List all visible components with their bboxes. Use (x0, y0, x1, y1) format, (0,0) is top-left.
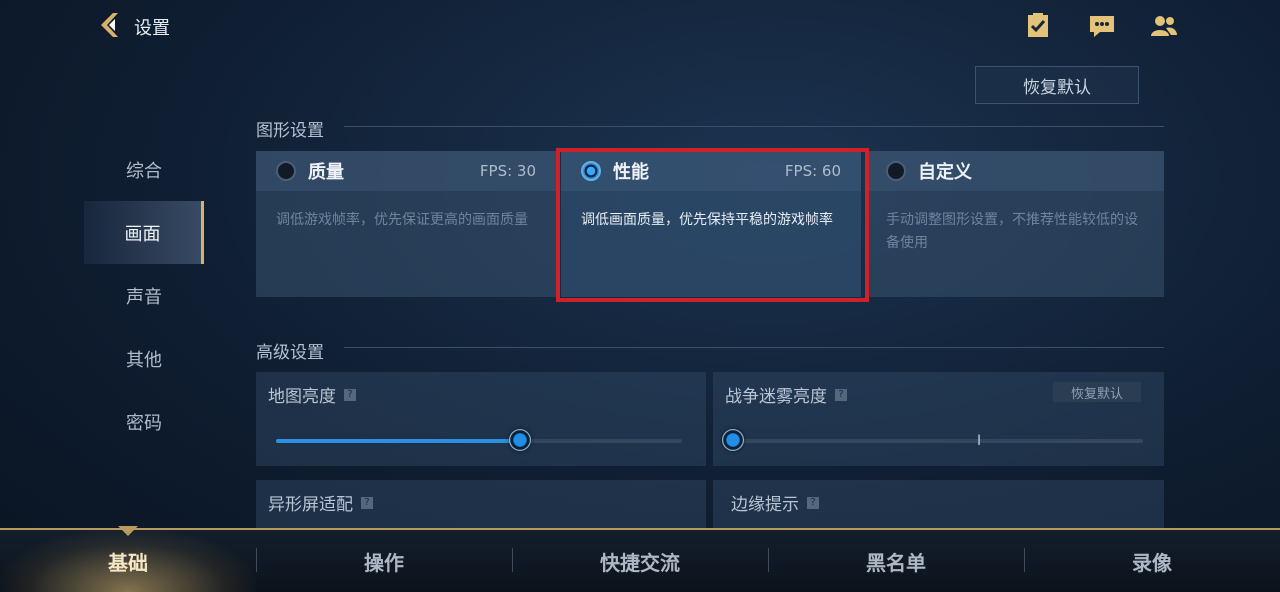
tab-replay[interactable]: 录像 (1024, 530, 1280, 592)
help-icon[interactable]: ? (344, 388, 356, 401)
notch-adapt-label: 异形屏适配 (268, 495, 353, 515)
back-arrow-icon (96, 10, 126, 44)
radio-quality[interactable] (276, 161, 296, 181)
slider-handle[interactable] (722, 429, 744, 451)
fog-brightness-panel: 战争迷雾亮度 ? 恢复默认 (713, 372, 1164, 466)
map-brightness-panel: 地图亮度 ? (256, 372, 706, 466)
tab-blacklist[interactable]: 黑名单 (768, 530, 1024, 592)
mode-card-quality[interactable]: 质量 FPS: 30 调低游戏帧率，优先保证更高的画面质量 (256, 151, 556, 297)
mode-name: 自定义 (918, 162, 972, 183)
settings-sidebar: 综合 画面 声音 其他 密码 (84, 138, 204, 453)
graphics-section-title: 图形设置 (256, 121, 324, 141)
help-icon[interactable]: ? (835, 388, 847, 401)
fog-restore-default-button[interactable]: 恢复默认 (1053, 382, 1141, 402)
sidebar-item-password[interactable]: 密码 (84, 390, 204, 453)
bottom-tab-bar: 基础 操作 快捷交流 黑名单 录像 (0, 526, 1280, 592)
task-checklist-icon[interactable] (1024, 12, 1052, 40)
mode-name: 质量 (308, 162, 344, 183)
tab-basic[interactable]: 基础 (0, 526, 256, 592)
page-title: 设置 (134, 18, 170, 39)
friends-icon[interactable] (1150, 12, 1178, 40)
text-cursor-icon: I (977, 433, 982, 449)
slider-handle[interactable] (508, 429, 531, 451)
mode-description: 手动调整图形设置，不推荐性能较低的设备使用 (886, 212, 1138, 251)
sidebar-item-general[interactable]: 综合 (84, 138, 204, 201)
tab-label: 基础 (108, 550, 148, 575)
slider-fill (276, 439, 520, 443)
sidebar-item-display[interactable]: 画面 (84, 201, 204, 264)
tab-controls[interactable]: 操作 (256, 530, 512, 592)
back-button[interactable]: 设置 (96, 10, 176, 44)
sidebar-item-other[interactable]: 其他 (84, 327, 204, 390)
help-icon[interactable]: ? (361, 496, 373, 509)
radio-custom[interactable] (886, 161, 906, 181)
map-brightness-slider[interactable] (276, 429, 682, 451)
edge-hint-panel: 边缘提示 ? (713, 480, 1164, 528)
section-divider (344, 347, 1164, 348)
map-brightness-label: 地图亮度 (268, 387, 336, 407)
help-icon[interactable]: ? (807, 496, 819, 509)
fog-brightness-slider[interactable] (722, 429, 1143, 451)
advanced-section-title: 高级设置 (256, 343, 324, 363)
sidebar-item-sound[interactable]: 声音 (84, 264, 204, 327)
fog-brightness-label: 战争迷雾亮度 (725, 387, 827, 407)
active-tab-indicator (118, 526, 138, 536)
selection-highlight (556, 148, 869, 302)
top-bar: 设置 (0, 0, 1280, 55)
section-divider (344, 126, 1164, 127)
tab-quick-chat[interactable]: 快捷交流 (512, 530, 768, 592)
edge-hint-label: 边缘提示 (731, 495, 799, 515)
fps-label: FPS: 30 (479, 162, 536, 180)
restore-default-button[interactable]: 恢复默认 (975, 66, 1139, 104)
notch-adapt-panel: 异形屏适配 ? (256, 480, 706, 528)
mode-description: 调低游戏帧率，优先保证更高的画面质量 (276, 212, 528, 228)
mode-card-custom[interactable]: 自定义 手动调整图形设置，不推荐性能较低的设备使用 (866, 151, 1164, 297)
chat-icon[interactable] (1088, 12, 1116, 40)
